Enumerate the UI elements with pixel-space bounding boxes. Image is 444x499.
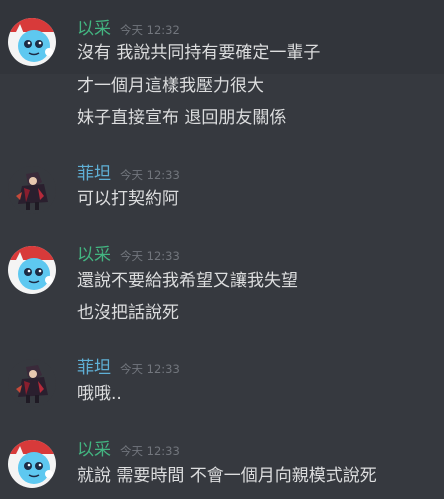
timestamp: 今天 12:33 <box>120 168 180 182</box>
blue-cartoon-avatar-icon <box>8 246 56 294</box>
timestamp: 今天 12:32 <box>120 23 180 37</box>
message-text: 就說 需要時間 不會一個月向親模式說死 <box>77 466 377 486</box>
blue-cartoon-avatar-icon <box>8 18 56 66</box>
username[interactable]: 菲坦 <box>77 163 111 185</box>
timestamp: 今天 12:33 <box>120 444 180 458</box>
message-text: 可以打契約阿 <box>77 189 179 209</box>
message-text: 妹子直接宣布 退回朋友關係 <box>77 108 287 128</box>
blue-cartoon-avatar-icon <box>8 440 56 488</box>
message-text: 也沒把話說死 <box>77 303 179 323</box>
message-text: 哦哦.. <box>77 384 122 404</box>
chat-messages: 以采 今天 12:32 沒有 我說共同持有要確定一輩子 才一個月這樣我壓力很大 … <box>0 0 444 499</box>
timestamp: 今天 12:33 <box>120 362 180 376</box>
avatar[interactable] <box>8 246 56 294</box>
timestamp: 今天 12:33 <box>120 249 180 263</box>
message-text: 沒有 我說共同持有要確定一輩子 <box>77 43 321 63</box>
dark-character-avatar-icon <box>8 166 56 214</box>
avatar[interactable] <box>8 359 56 407</box>
username[interactable]: 菲坦 <box>77 357 111 379</box>
username[interactable]: 以采 <box>77 244 111 266</box>
message-text: 還說不要給我希望又讓我失望 <box>77 271 298 291</box>
message-header: 以采 今天 12:33 <box>77 439 180 461</box>
avatar[interactable] <box>8 166 56 214</box>
message-header: 以采 今天 12:32 <box>77 18 180 40</box>
username[interactable]: 以采 <box>77 18 111 40</box>
avatar[interactable] <box>8 440 56 488</box>
dark-character-avatar-icon <box>8 359 56 407</box>
avatar[interactable] <box>8 18 56 66</box>
message-header: 菲坦 今天 12:33 <box>77 163 180 185</box>
message-text: 才一個月這樣我壓力很大 <box>77 76 264 96</box>
username[interactable]: 以采 <box>77 439 111 461</box>
message-header: 以采 今天 12:33 <box>77 244 180 266</box>
message-header: 菲坦 今天 12:33 <box>77 357 180 379</box>
